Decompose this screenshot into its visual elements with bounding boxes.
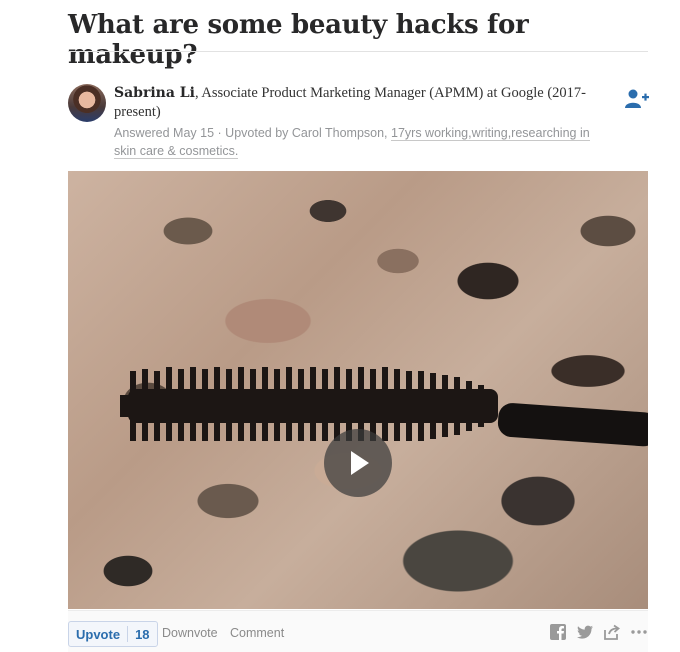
answered-date[interactable]: Answered May 15 — [114, 126, 214, 140]
twitter-icon[interactable] — [576, 623, 594, 641]
facebook-icon[interactable] — [549, 623, 567, 641]
share-icon[interactable] — [603, 623, 621, 641]
upvote-count: 18 — [135, 626, 150, 642]
upvote-button[interactable]: Upvote 18 — [68, 621, 158, 647]
author-line: Sabrina Li, Associate Product Marketing … — [114, 84, 614, 122]
downvote-button[interactable]: Downvote — [162, 626, 218, 640]
answer-meta: Answered May 15 · Upvoted by Carol Thomp… — [114, 124, 614, 160]
answer-header: Sabrina Li, Associate Product Marketing … — [114, 84, 614, 160]
action-bar: Upvote 18 Downvote Comment — [68, 610, 648, 652]
answer-video[interactable] — [68, 171, 648, 609]
divider — [68, 51, 648, 52]
question-title[interactable]: What are some beauty hacks for makeup? — [68, 10, 648, 70]
share-icons — [549, 623, 648, 641]
follow-user-icon[interactable] — [624, 88, 650, 110]
comment-button[interactable]: Comment — [230, 626, 284, 640]
avatar[interactable] — [68, 84, 106, 122]
upvoted-by: · Upvoted by Carol Thompson, — [214, 126, 391, 140]
upvote-label: Upvote — [76, 626, 121, 642]
play-icon[interactable] — [324, 429, 392, 497]
mascara-wand-image — [120, 367, 648, 447]
more-icon[interactable] — [630, 623, 648, 641]
author-name[interactable]: Sabrina Li — [114, 85, 195, 101]
